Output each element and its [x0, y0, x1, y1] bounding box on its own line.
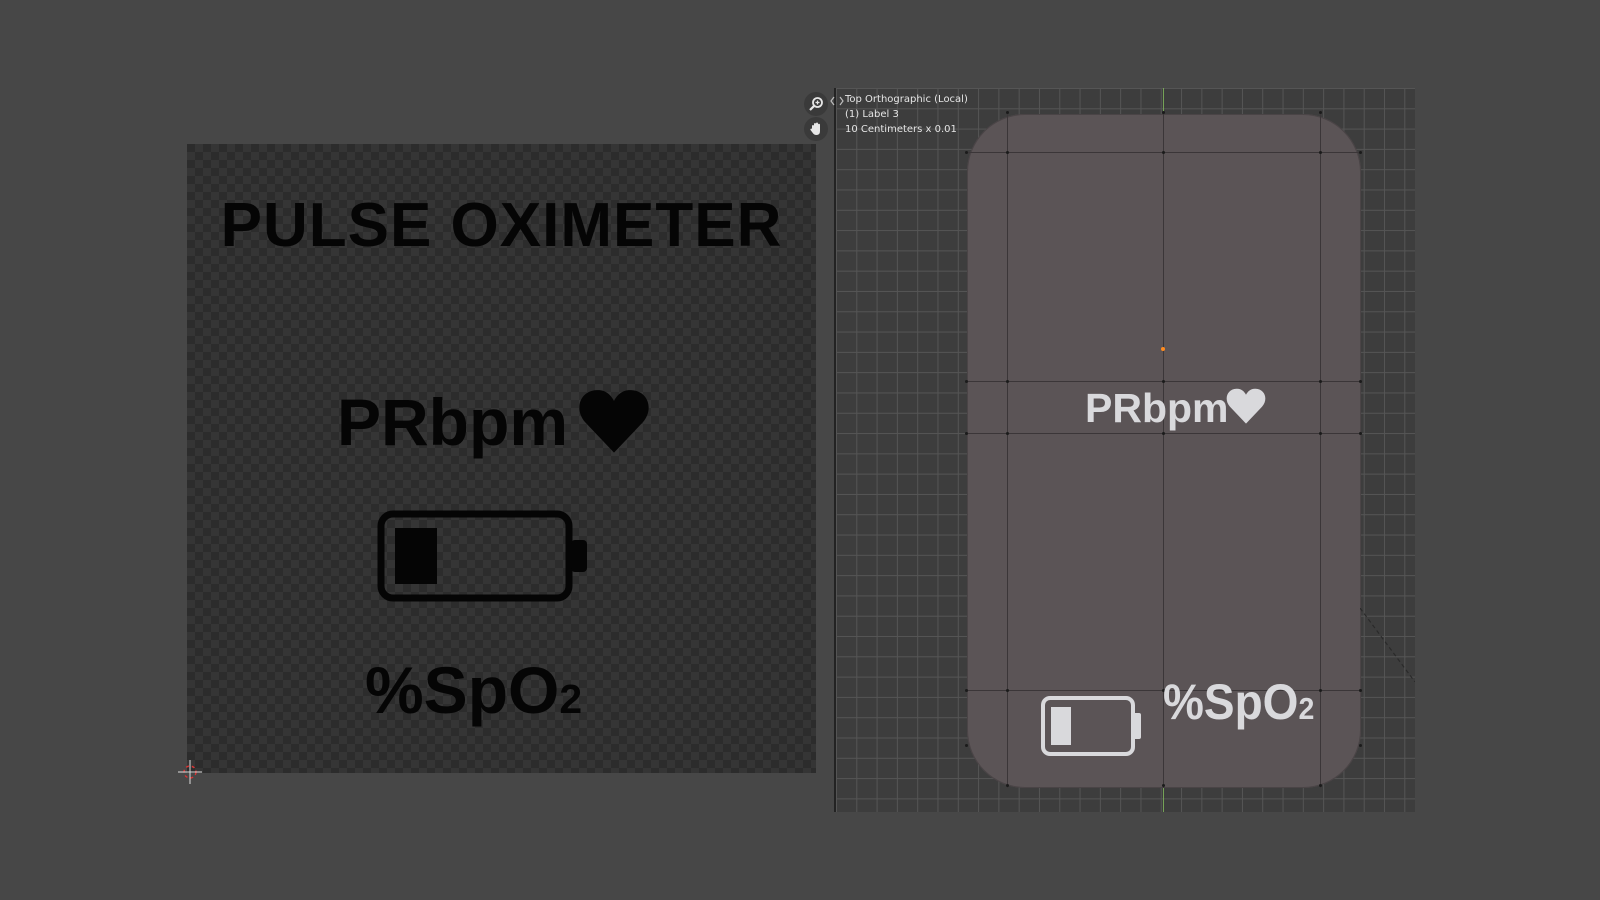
mesh-vertex[interactable]	[1319, 151, 1322, 154]
mesh-vertex[interactable]	[965, 432, 968, 435]
mesh-vertex[interactable]	[1006, 689, 1009, 692]
mesh-vertex[interactable]	[1359, 432, 1362, 435]
dashed-edge-line	[1360, 608, 1415, 682]
mesh-vertex[interactable]	[1319, 689, 1322, 692]
split-arrows-icon[interactable]	[830, 96, 844, 106]
mesh-vertex[interactable]	[1319, 380, 1322, 383]
mesh-vertex[interactable]	[1006, 111, 1009, 114]
mesh-vertex[interactable]	[1006, 380, 1009, 383]
viewport-info-overlay: Top Orthographic (Local) (1) Label 3 10 …	[845, 92, 968, 137]
mesh-vertex[interactable]	[1162, 784, 1165, 787]
battery-fill	[395, 528, 437, 584]
mesh-vertex[interactable]	[1359, 151, 1362, 154]
spo2-text: %SpO	[365, 653, 560, 727]
battery-low-icon	[1041, 696, 1141, 756]
heart-icon	[579, 390, 649, 453]
mesh-vertex[interactable]	[1006, 432, 1009, 435]
zoom-icon	[809, 97, 823, 111]
spo2-subscript: 2	[1298, 691, 1315, 726]
spo2-text: %SpO	[1163, 674, 1299, 730]
object-origin[interactable]	[1161, 347, 1165, 351]
mesh-vertex[interactable]	[1162, 380, 1165, 383]
mesh-vertex[interactable]	[1162, 432, 1165, 435]
mesh-vertex[interactable]	[1006, 151, 1009, 154]
mesh-vertex[interactable]	[1359, 689, 1362, 692]
image-editor-canvas[interactable]: PULSE OXIMETER PRbpm %SpO2	[187, 144, 816, 773]
spo2-label: %SpO2	[365, 652, 582, 728]
object-name: (1) Label 3	[845, 109, 899, 120]
view-name: Top Orthographic (Local)	[845, 94, 968, 105]
spo2-subscript: 2	[559, 676, 583, 722]
zoom-button[interactable]	[804, 92, 828, 116]
mesh-vertex[interactable]	[1162, 151, 1165, 154]
mesh-vertex[interactable]	[1162, 111, 1165, 114]
mesh-vertex[interactable]	[1359, 744, 1362, 747]
mesh-vertex[interactable]	[965, 151, 968, 154]
viewport-spo2-label: %SpO2	[1163, 673, 1314, 731]
mesh-vertex[interactable]	[1319, 784, 1322, 787]
battery-low-icon	[377, 510, 587, 602]
mesh-vertex[interactable]	[1319, 111, 1322, 114]
heart-icon	[1226, 388, 1266, 424]
mesh-vertex[interactable]	[1359, 380, 1362, 383]
wire-edge	[1007, 112, 1008, 788]
mesh-vertex[interactable]	[1006, 784, 1009, 787]
blender-workspace: PULSE OXIMETER PRbpm %SpO2 PRbpm %SpO2 T…	[0, 0, 1600, 900]
3d-cursor-icon[interactable]	[178, 760, 202, 784]
mesh-vertex[interactable]	[965, 380, 968, 383]
hand-pan-icon	[810, 122, 820, 135]
pr-bpm-label: PRbpm	[337, 385, 568, 459]
label-title: PULSE OXIMETER	[220, 191, 783, 260]
mesh-vertex[interactable]	[1319, 432, 1322, 435]
pan-button[interactable]	[804, 117, 828, 141]
battery-fill	[1051, 707, 1071, 745]
wire-edge	[1320, 112, 1321, 788]
mesh-vertex[interactable]	[965, 689, 968, 692]
mesh-vertex[interactable]	[965, 744, 968, 747]
grid-scale: 10 Centimeters x 0.01	[845, 124, 957, 135]
viewport-pr-bpm-label: PRbpm	[1085, 385, 1229, 431]
